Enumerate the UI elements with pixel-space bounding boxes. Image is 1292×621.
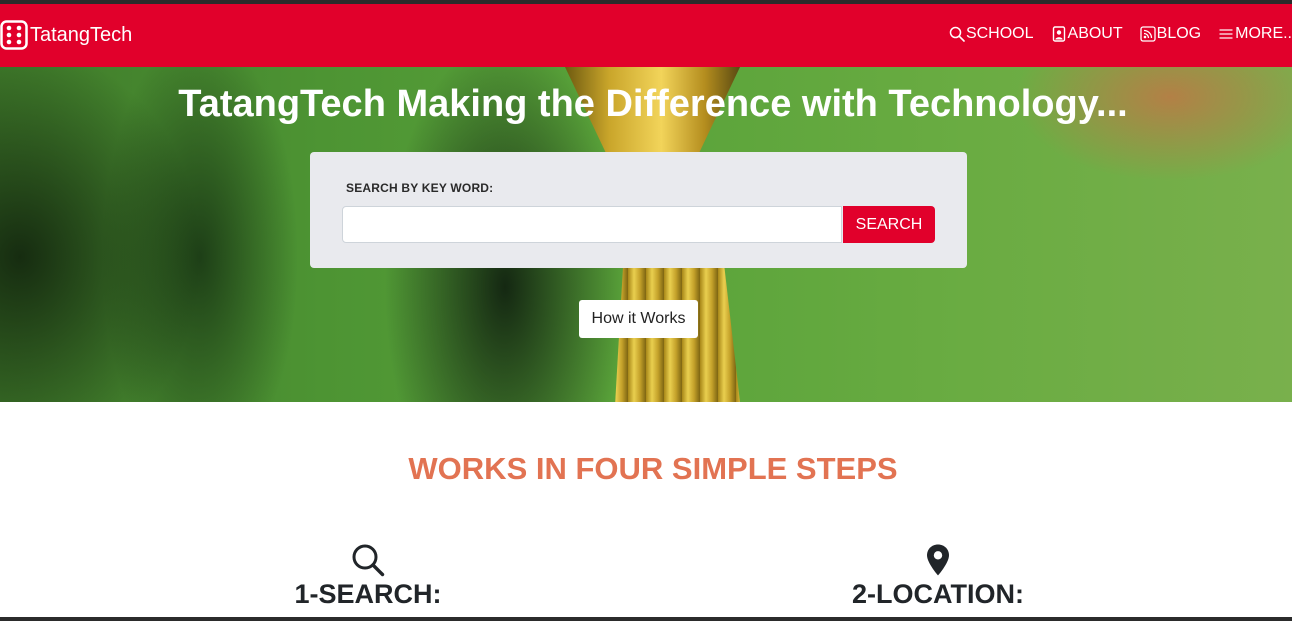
nav-item-school[interactable]: SCHOOL [949, 25, 1034, 43]
menu-icon [1219, 29, 1233, 39]
nav-item-label: MORE.. [1235, 25, 1292, 42]
window-bottom-border [0, 617, 1292, 621]
step-search: 1-SEARCH: [218, 543, 518, 609]
hero-title: TatangTech Making the Difference with Te… [178, 83, 1128, 125]
brand-link[interactable]: TatangTech [0, 18, 132, 52]
search-panel: SEARCH BY KEY WORD: SEARCH [310, 152, 967, 268]
nav-item-blog[interactable]: BLOG [1139, 25, 1202, 43]
how-it-works-button[interactable]: How it Works [579, 300, 698, 338]
search-label: SEARCH BY KEY WORD: [346, 181, 494, 195]
rss-icon [1139, 26, 1156, 42]
step-title: 2-LOCATION: [852, 579, 1024, 609]
location-pin-icon [927, 544, 949, 576]
dice-icon [0, 20, 28, 50]
nav-item-more[interactable]: MORE.. [1218, 25, 1292, 43]
nav-item-about[interactable]: ABOUT [1051, 25, 1123, 43]
step-location: 2-LOCATION: [788, 543, 1088, 609]
search-icon [949, 26, 965, 42]
main-nav: SCHOOL ABOUT BLOG MORE.. [932, 22, 1292, 46]
search-input[interactable] [342, 206, 842, 243]
hero-banner: TatangTech Making the Difference with Te… [0, 67, 1292, 402]
nav-item-label: ABOUT [1067, 25, 1123, 42]
search-button[interactable]: SEARCH [843, 206, 935, 243]
search-icon [352, 544, 385, 577]
brand-name: TatangTech [30, 24, 133, 46]
person-badge-icon [1052, 26, 1065, 42]
steps-heading: WORKS IN FOUR SIMPLE STEPS [408, 451, 898, 486]
step-title: 1-SEARCH: [294, 579, 442, 609]
nav-item-label: SCHOOL [965, 25, 1034, 42]
top-navbar: TatangTech SCHOOL ABOUT BLOG MORE.. [0, 4, 1292, 67]
nav-item-label: BLOG [1156, 25, 1202, 42]
